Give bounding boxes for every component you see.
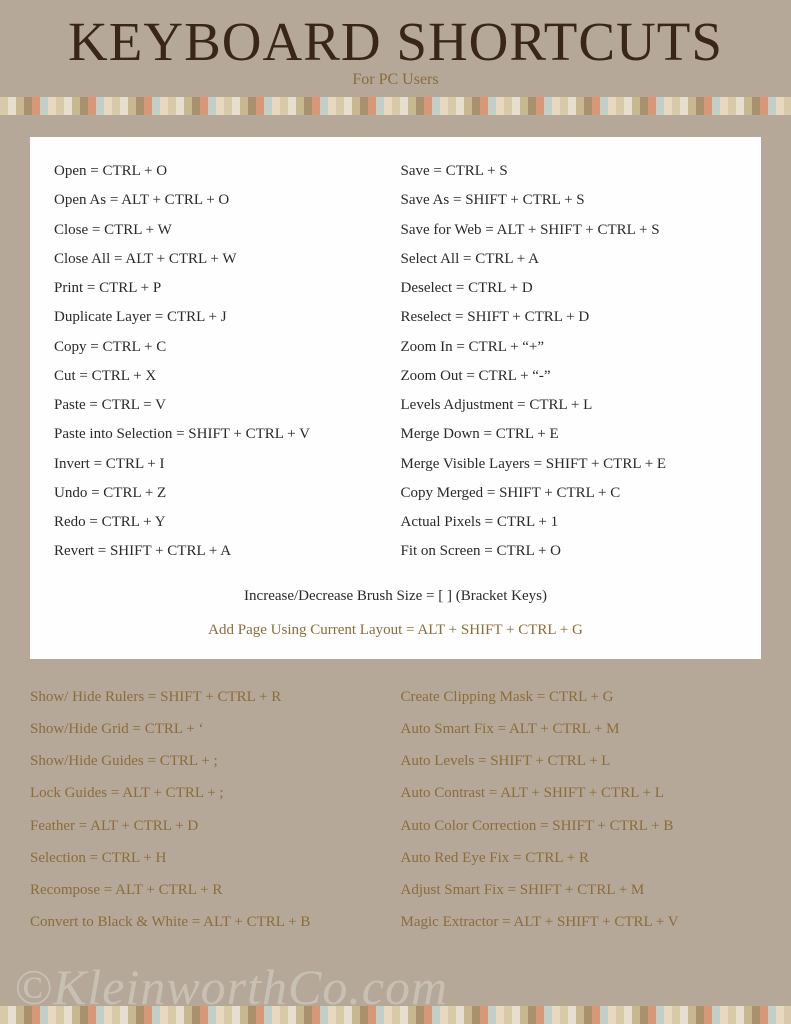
shortcut-line: Auto Contrast = ALT + SHIFT + CTRL + L xyxy=(401,777,762,809)
shortcut-line: Invert = CTRL + I xyxy=(54,450,391,479)
shortcut-line: Zoom Out = CTRL + “-” xyxy=(401,362,738,391)
bottom-right-column: Create Clipping Mask = CTRL + G Auto Sma… xyxy=(401,681,762,939)
shortcut-line: Open As = ALT + CTRL + O xyxy=(54,186,391,215)
shortcut-line: Print = CTRL + P xyxy=(54,274,391,303)
shortcut-line: Show/Hide Guides = CTRL + ; xyxy=(30,745,391,777)
shortcut-line: Show/Hide Grid = CTRL + ‘ xyxy=(30,713,391,745)
shortcut-line: Deselect = CTRL + D xyxy=(401,274,738,303)
shortcut-line: Cut = CTRL + X xyxy=(54,362,391,391)
shortcut-line: Auto Levels = SHIFT + CTRL + L xyxy=(401,745,762,777)
decorative-stripe-top xyxy=(0,97,791,115)
shortcut-line: Paste into Selection = SHIFT + CTRL + V xyxy=(54,420,391,449)
shortcut-line: Save = CTRL + S xyxy=(401,157,738,186)
shortcut-line: Convert to Black & White = ALT + CTRL + … xyxy=(30,906,391,938)
brush-size-note: Increase/Decrease Brush Size = [ ] (Brac… xyxy=(54,581,737,611)
bottom-left-column: Show/ Hide Rulers = SHIFT + CTRL + R Sho… xyxy=(30,681,391,939)
center-notes: Increase/Decrease Brush Size = [ ] (Brac… xyxy=(54,581,737,645)
shortcut-line: Fit on Screen = CTRL + O xyxy=(401,537,738,566)
header: KEYBOARD SHORTCUTS For PC Users xyxy=(0,0,791,89)
shortcut-line: Levels Adjustment = CTRL + L xyxy=(401,391,738,420)
shortcut-line: Create Clipping Mask = CTRL + G xyxy=(401,681,762,713)
shortcut-line: Duplicate Layer = CTRL + J xyxy=(54,303,391,332)
shortcut-line: Close = CTRL + W xyxy=(54,216,391,245)
shortcut-line: Save for Web = ALT + SHIFT + CTRL + S xyxy=(401,216,738,245)
shortcut-line: Open = CTRL + O xyxy=(54,157,391,186)
shortcut-line: Revert = SHIFT + CTRL + A xyxy=(54,537,391,566)
shortcut-line: Recompose = ALT + CTRL + R xyxy=(30,874,391,906)
shortcut-line: Close All = ALT + CTRL + W xyxy=(54,245,391,274)
add-page-note: Add Page Using Current Layout = ALT + SH… xyxy=(54,615,737,645)
shortcut-line: Merge Visible Layers = SHIFT + CTRL + E xyxy=(401,450,738,479)
shortcut-line: Undo = CTRL + Z xyxy=(54,479,391,508)
page-subtitle: For PC Users xyxy=(0,71,791,89)
shortcut-line: Reselect = SHIFT + CTRL + D xyxy=(401,303,738,332)
decorative-stripe-bottom xyxy=(0,1006,791,1024)
shortcut-line: Auto Color Correction = SHIFT + CTRL + B xyxy=(401,810,762,842)
shortcut-line: Paste = CTRL = V xyxy=(54,391,391,420)
shortcut-line: Select All = CTRL + A xyxy=(401,245,738,274)
shortcut-line: Merge Down = CTRL + E xyxy=(401,420,738,449)
shortcut-line: Redo = CTRL + Y xyxy=(54,508,391,537)
top-left-column: Open = CTRL + O Open As = ALT + CTRL + O… xyxy=(54,157,391,567)
shortcut-line: Magic Extractor = ALT + SHIFT + CTRL + V xyxy=(401,906,762,938)
top-right-column: Save = CTRL + S Save As = SHIFT + CTRL +… xyxy=(401,157,738,567)
shortcut-line: Show/ Hide Rulers = SHIFT + CTRL + R xyxy=(30,681,391,713)
shortcut-line: Auto Smart Fix = ALT + CTRL + M xyxy=(401,713,762,745)
shortcut-line: Actual Pixels = CTRL + 1 xyxy=(401,508,738,537)
page-title: KEYBOARD SHORTCUTS xyxy=(0,10,791,73)
shortcut-line: Copy = CTRL + C xyxy=(54,333,391,362)
shortcut-line: Copy Merged = SHIFT + CTRL + C xyxy=(401,479,738,508)
shortcut-line: Feather = ALT + CTRL + D xyxy=(30,810,391,842)
shortcut-line: Zoom In = CTRL + “+” xyxy=(401,333,738,362)
shortcut-line: Adjust Smart Fix = SHIFT + CTRL + M xyxy=(401,874,762,906)
shortcut-line: Lock Guides = ALT + CTRL + ; xyxy=(30,777,391,809)
shortcuts-box-bottom: Show/ Hide Rulers = SHIFT + CTRL + R Sho… xyxy=(30,681,761,939)
shortcut-line: Save As = SHIFT + CTRL + S xyxy=(401,186,738,215)
shortcuts-box-top: Open = CTRL + O Open As = ALT + CTRL + O… xyxy=(30,137,761,659)
shortcut-line: Auto Red Eye Fix = CTRL + R xyxy=(401,842,762,874)
shortcut-line: Selection = CTRL + H xyxy=(30,842,391,874)
